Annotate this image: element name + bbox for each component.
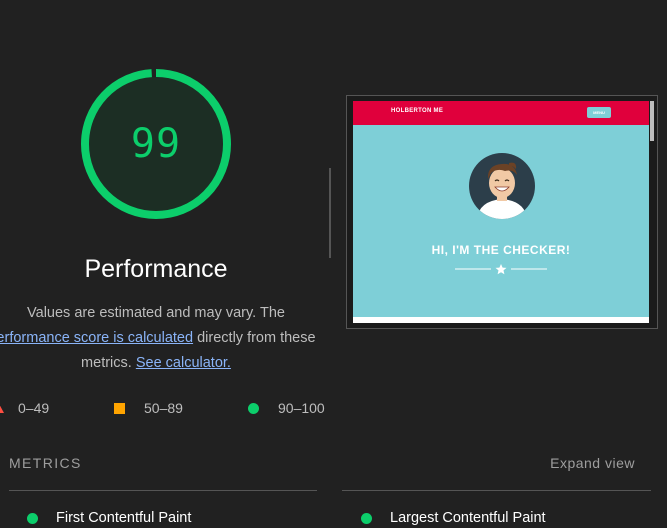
category-title: Performance [84,255,228,283]
screenshot-scrollbar [650,101,654,141]
description-line-2-text: directly from these [193,330,316,346]
legend-label-pass: 90–100 [278,400,325,416]
screenshot-image: HOLBERTON ME MENU HI, I'M THE CHECKER! [353,101,649,323]
legend-label-average: 50–89 [144,400,183,416]
vertical-divider [329,168,331,258]
screenshot-brand: HOLBERTON ME [391,108,444,114]
screenshot-heading: HI, I'M THE CHECKER! [431,243,571,257]
screenshot-bottom-strip [353,317,649,323]
metrics-divider-left [9,490,317,491]
metrics-header: METRICS [9,455,82,471]
performance-gauge: 99 [80,68,232,220]
screenshot-menu-button: MENU [587,107,611,118]
metric-label: First Contentful Paint [56,510,192,526]
performance-score: 99 [130,121,182,167]
expand-view-button[interactable]: Expand view [550,455,635,471]
legend-label-fail: 0–49 [18,400,50,416]
square-icon [114,403,125,414]
screenshot-navbar: HOLBERTON ME MENU [353,101,649,125]
score-calculated-link[interactable]: erformance score is calculated [0,330,193,346]
description-line-3: metrics. See calculator. [0,351,324,376]
pass-circle-icon [27,513,38,524]
pass-circle-icon [361,513,372,524]
score-description: Values are estimated and may vary. The e… [0,301,324,376]
avatar-illustration [469,153,535,219]
description-line-3-text: metrics. [81,355,136,371]
star-divider [455,264,547,275]
description-line-1: Values are estimated and may vary. The [27,305,285,321]
metric-label: Largest Contentful Paint [390,510,546,526]
lighthouse-report: 99 Performance Values are estimated and … [0,0,667,528]
see-calculator-link[interactable]: See calculator. [136,355,231,371]
final-screenshot[interactable]: HOLBERTON ME MENU HI, I'M THE CHECKER! [346,95,658,329]
metrics-divider-right [342,490,651,491]
circle-icon [248,403,259,414]
triangle-icon [0,402,4,413]
star-icon [495,264,507,275]
description-line-2: erformance score is calculated directly … [0,326,324,351]
